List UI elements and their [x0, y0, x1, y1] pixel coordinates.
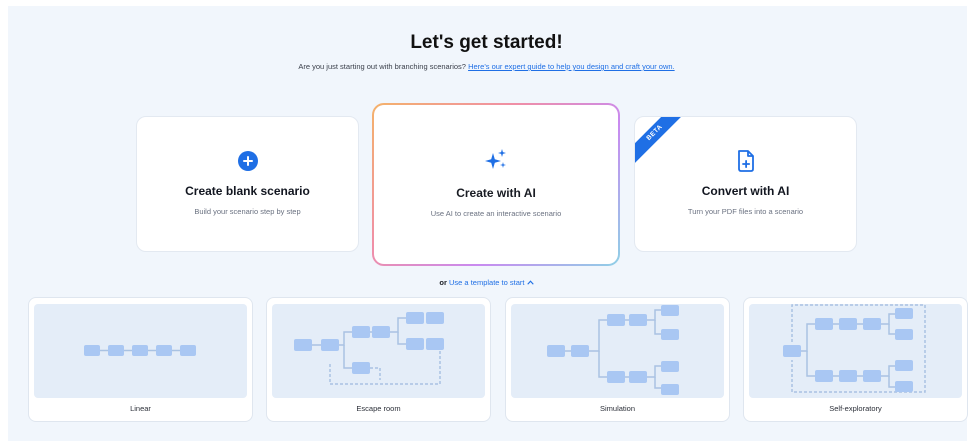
create-blank-title: Create blank scenario	[185, 184, 310, 198]
expert-guide-link[interactable]: Here's our expert guide to help you desi…	[468, 62, 675, 71]
template-label: Linear	[130, 404, 151, 413]
page-subtitle: Are you just starting out with branching…	[0, 62, 973, 71]
chevron-up-icon[interactable]	[526, 278, 534, 287]
convert-with-ai-description: Turn your PDF files into a scenario	[687, 207, 804, 216]
convert-with-ai-title: Convert with AI	[701, 184, 790, 198]
plus-circle-icon	[137, 150, 358, 172]
linear-preview-diagram	[34, 304, 247, 398]
template-self-exploratory[interactable]: Self-exploratory	[743, 297, 968, 422]
subtitle-text: Are you just starting out with branching…	[298, 62, 469, 71]
template-label: Simulation	[599, 404, 636, 413]
create-blank-description: Build your scenario step by step	[194, 207, 301, 216]
template-label: Escape room	[356, 404, 401, 413]
template-toggle-row: or Use a template to start	[0, 278, 973, 287]
create-blank-card[interactable]: Create blank scenario Build your scenari…	[136, 116, 359, 252]
template-escape-room[interactable]: Escape room	[266, 297, 491, 422]
create-with-ai-description: Use AI to create an interactive scenario	[430, 209, 562, 218]
create-with-ai-card[interactable]: Create with AI Use AI to create an inter…	[372, 103, 620, 266]
document-plus-icon	[635, 150, 856, 172]
convert-with-ai-card[interactable]: BETA Convert with AI Turn your PDF files…	[634, 116, 857, 252]
template-simulation[interactable]: Simulation	[505, 297, 730, 422]
template-linear[interactable]: Linear	[28, 297, 253, 422]
use-template-link[interactable]: Use a template to start	[449, 278, 524, 287]
self-exploratory-preview-diagram	[749, 304, 962, 398]
create-with-ai-title: Create with AI	[456, 186, 536, 200]
escape-room-preview-diagram	[272, 304, 485, 398]
page-title: Let's get started!	[410, 32, 563, 53]
sparkles-icon	[374, 105, 618, 176]
template-label: Self-exploratory	[829, 404, 882, 413]
or-text: or	[439, 278, 447, 287]
simulation-preview-diagram	[511, 304, 724, 398]
